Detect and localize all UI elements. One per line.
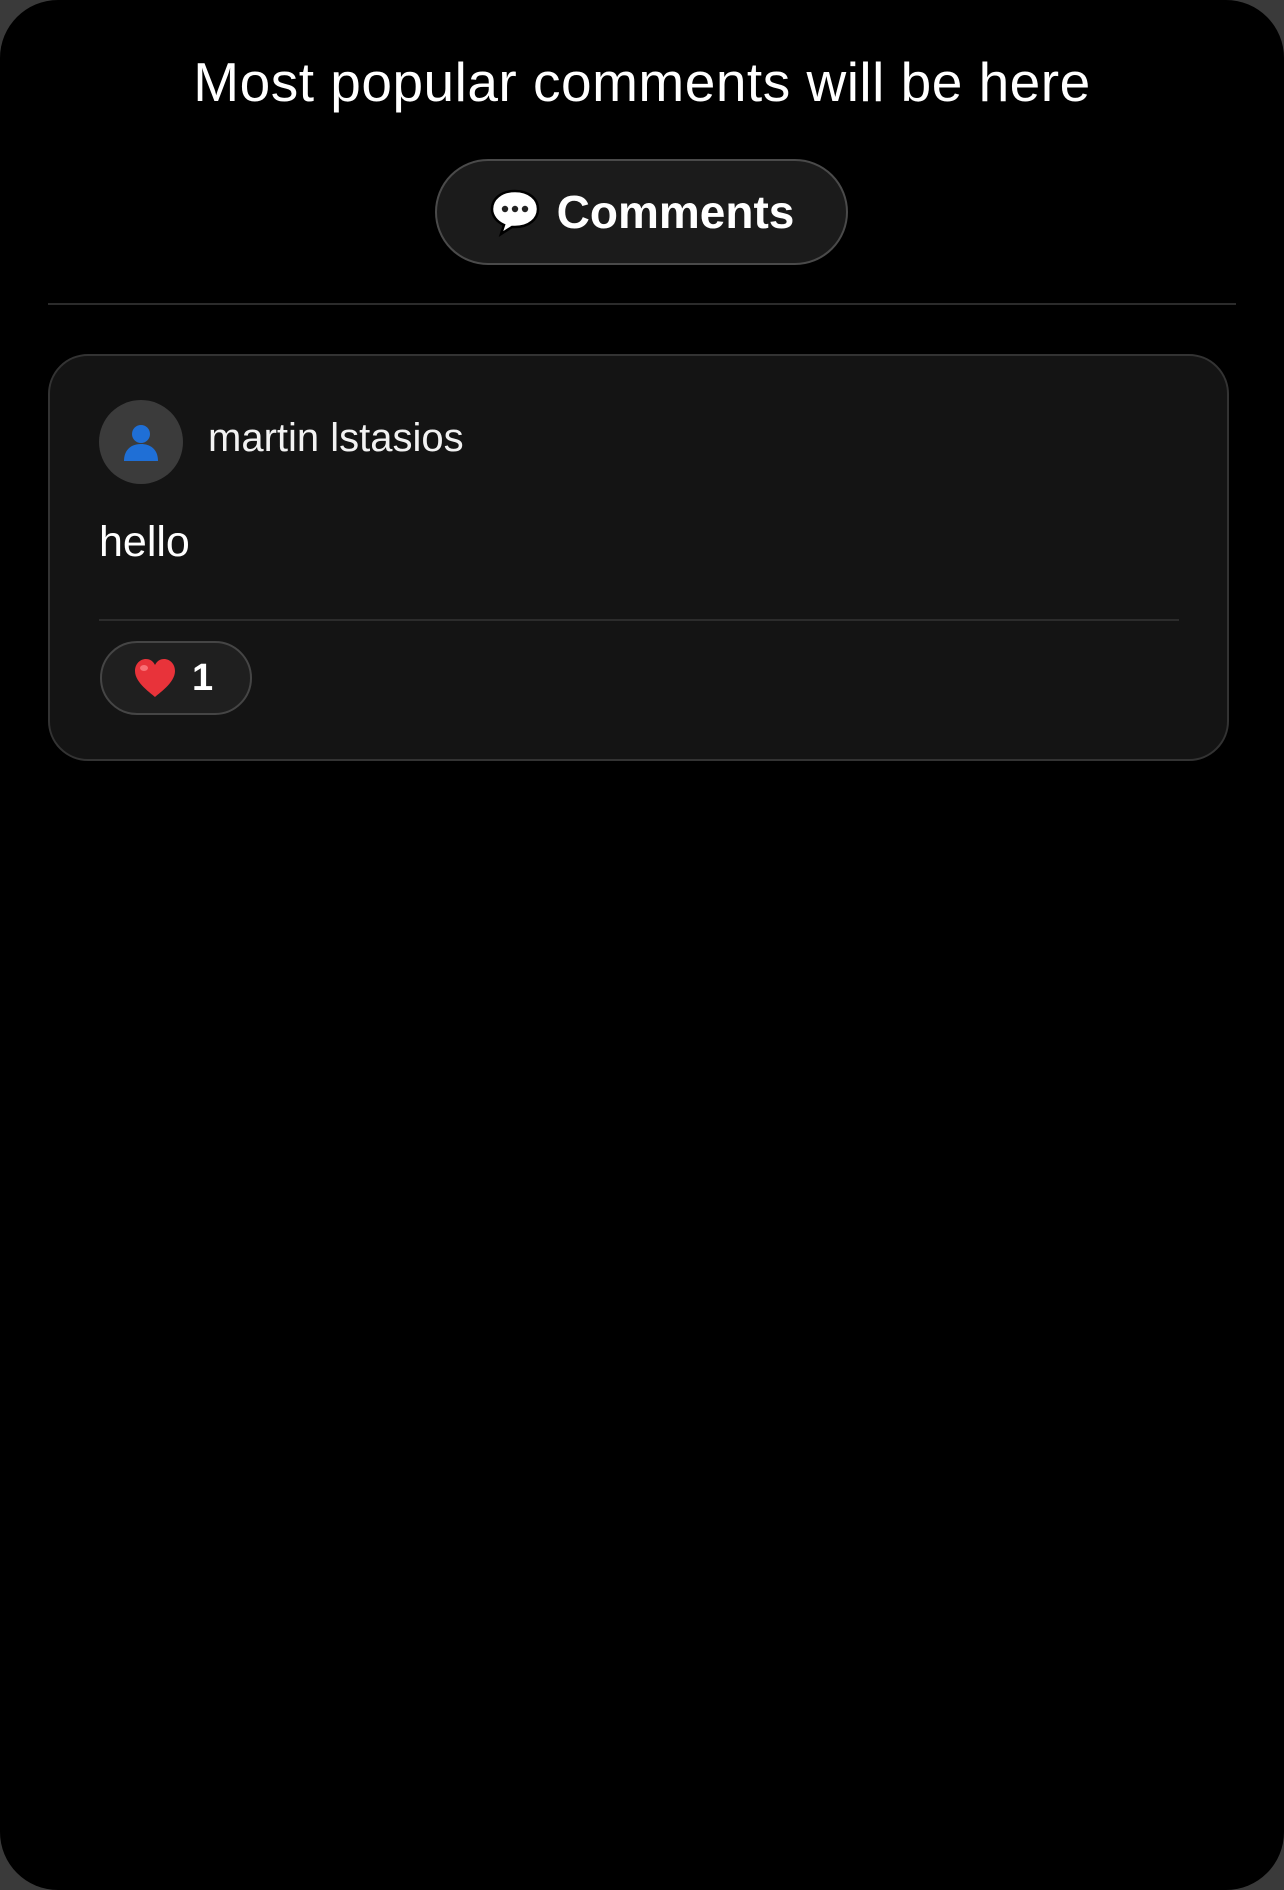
app-screen: Most popular comments will be here Comme… <box>0 0 1284 1890</box>
heart-icon <box>135 659 175 697</box>
comment-card: martin lstasios hello 1 <box>48 354 1229 761</box>
avatar[interactable] <box>99 400 183 484</box>
comments-button-label: Comments <box>556 186 795 238</box>
page-title: Most popular comments will be here <box>193 51 1091 113</box>
like-count: 1 <box>192 656 214 699</box>
header-divider <box>48 303 1236 305</box>
comments-button[interactable]: Comments <box>435 159 848 265</box>
like-button[interactable]: 1 <box>100 641 252 715</box>
user-silhouette-icon <box>124 425 158 461</box>
comment-divider <box>99 619 1179 621</box>
speech-bubble-icon <box>490 189 539 237</box>
comment-text: hello <box>99 518 190 566</box>
comment-author[interactable]: martin lstasios <box>208 416 464 461</box>
